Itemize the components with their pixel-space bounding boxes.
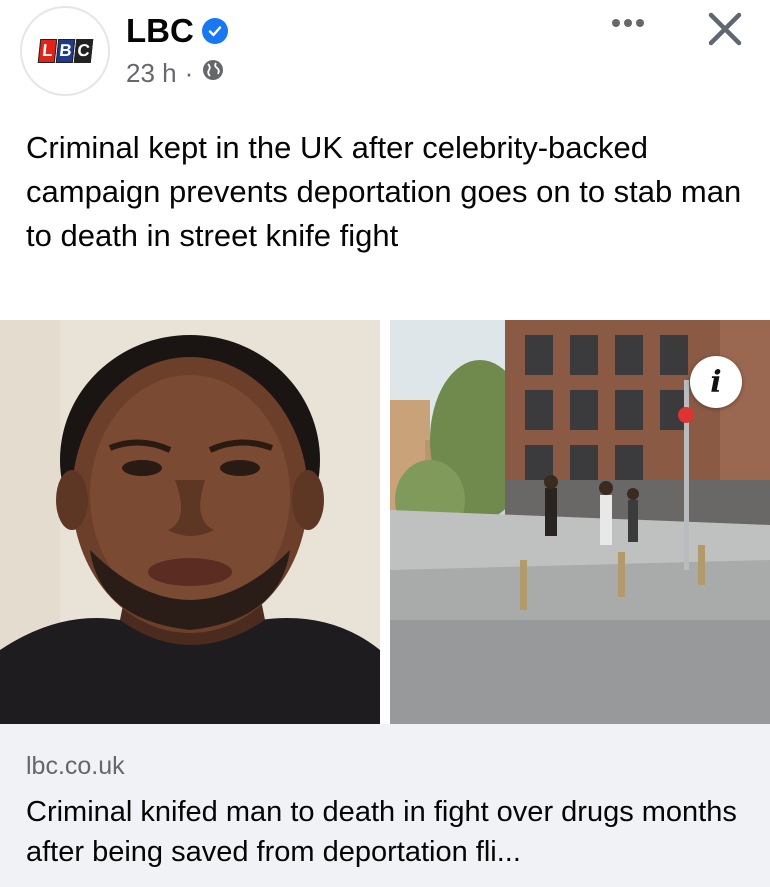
verified-badge-icon (201, 18, 228, 44)
lbc-logo: L B C (37, 39, 93, 63)
page-avatar[interactable]: L B C (20, 6, 110, 96)
more-options-button[interactable] (605, 8, 651, 38)
post-meta: 23 h · (126, 58, 225, 89)
logo-letter-c: C (73, 39, 93, 63)
logo-letter-b: B (55, 39, 75, 63)
street-scene-photo[interactable]: i (390, 320, 770, 724)
mugshot-photo[interactable] (0, 320, 380, 724)
info-icon[interactable]: i (690, 356, 742, 408)
close-icon (708, 12, 742, 46)
link-title[interactable]: Criminal knifed man to death in fight ov… (26, 792, 751, 872)
meta-separator: · (184, 58, 194, 88)
link-domain: lbc.co.uk (26, 752, 125, 780)
post-media[interactable]: i (0, 320, 770, 724)
post-text: Criminal kept in the UK after celebrity-… (26, 130, 742, 253)
post-timestamp[interactable]: 23 h (126, 58, 177, 89)
link-preview-card[interactable]: lbc.co.uk Criminal knifed man to death i… (0, 724, 770, 887)
page-name-row: LBC (126, 12, 228, 50)
post-header: L B C LBC 23 h · (0, 0, 770, 110)
close-button[interactable] (700, 4, 750, 54)
more-options-icon (612, 19, 644, 27)
globe-icon (201, 58, 225, 89)
logo-letter-l: L (37, 39, 57, 63)
page-name[interactable]: LBC (126, 12, 194, 50)
